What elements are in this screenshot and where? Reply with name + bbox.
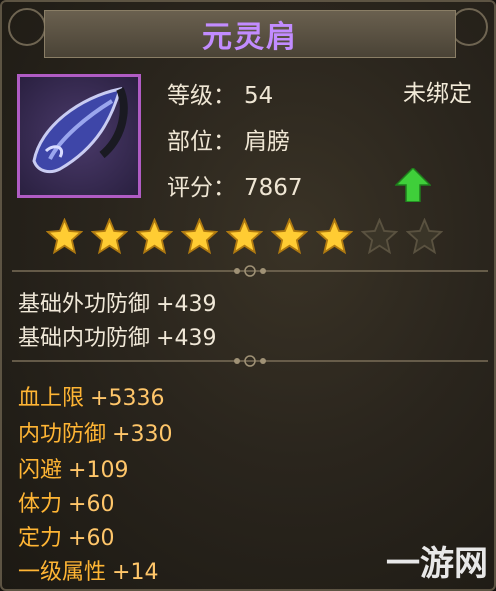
attribute-value: +5336 xyxy=(90,386,165,411)
title-bar: 元灵肩 xyxy=(44,10,456,58)
score-label: 评分： xyxy=(167,175,236,201)
attribute-value: +330 xyxy=(112,422,173,447)
score-row: 评分： 7867 xyxy=(167,168,303,202)
extra-attribute-row: 血上限 +5336 xyxy=(18,380,164,412)
attribute-value: +439 xyxy=(156,326,217,351)
base-attribute-row: 基础内功防御 +439 xyxy=(18,320,216,352)
extra-attribute-row: 定力 +60 xyxy=(18,520,114,552)
slot-row: 部位： 肩膀 xyxy=(167,122,290,156)
score-value: 7867 xyxy=(244,175,303,201)
level-row: 等级： 54 xyxy=(167,76,273,110)
item-title: 元灵肩 xyxy=(202,20,298,55)
divider-2 xyxy=(12,355,488,367)
extra-attribute-row: 闪避 +109 xyxy=(18,452,128,484)
item-icon-box[interactable] xyxy=(17,74,141,198)
item-tooltip-panel: 元灵肩 等级： 54 部位： 肩膀 评分： 7867 未绑定 基础外功防御 +439 基… xyxy=(0,0,496,591)
star-filled-icon xyxy=(46,218,83,255)
extra-attribute-row: 一级属性 +14 xyxy=(18,554,158,586)
star-empty-icon xyxy=(406,218,443,255)
attribute-value: +60 xyxy=(68,526,115,551)
star-rating xyxy=(46,218,443,255)
slot-value: 肩膀 xyxy=(244,129,290,155)
extra-attribute-row: 内功防御 +330 xyxy=(18,416,172,448)
star-filled-icon xyxy=(316,218,353,255)
attribute-name: 血上限 xyxy=(18,386,85,411)
divider-1 xyxy=(12,265,488,277)
attribute-name: 基础外功防御 xyxy=(18,292,151,317)
bind-status: 未绑定 xyxy=(403,81,472,107)
attribute-value: +60 xyxy=(68,492,115,517)
ornament-left xyxy=(8,8,46,46)
upgrade-arrow-icon xyxy=(395,168,431,202)
level-value: 54 xyxy=(244,83,274,109)
star-filled-icon xyxy=(181,218,218,255)
level-label: 等级： xyxy=(167,83,236,109)
attribute-value: +14 xyxy=(112,560,159,585)
star-filled-icon xyxy=(91,218,128,255)
attribute-value: +439 xyxy=(156,292,217,317)
attribute-name: 一级属性 xyxy=(18,560,107,585)
shoulder-armor-icon xyxy=(32,87,128,174)
attribute-name: 内功防御 xyxy=(18,422,107,447)
attribute-name: 体力 xyxy=(18,492,63,517)
base-attribute-row: 基础外功防御 +439 xyxy=(18,286,216,318)
star-empty-icon xyxy=(361,218,398,255)
attribute-name: 定力 xyxy=(18,526,63,551)
site-watermark: 一游网 xyxy=(386,544,488,584)
extra-attribute-row: 体力 +60 xyxy=(18,486,114,518)
attribute-name: 闪避 xyxy=(18,458,63,483)
star-filled-icon xyxy=(226,218,263,255)
star-filled-icon xyxy=(136,218,173,255)
slot-label: 部位： xyxy=(167,129,236,155)
attribute-name: 基础内功防御 xyxy=(18,326,151,351)
star-filled-icon xyxy=(271,218,308,255)
attribute-value: +109 xyxy=(68,458,129,483)
